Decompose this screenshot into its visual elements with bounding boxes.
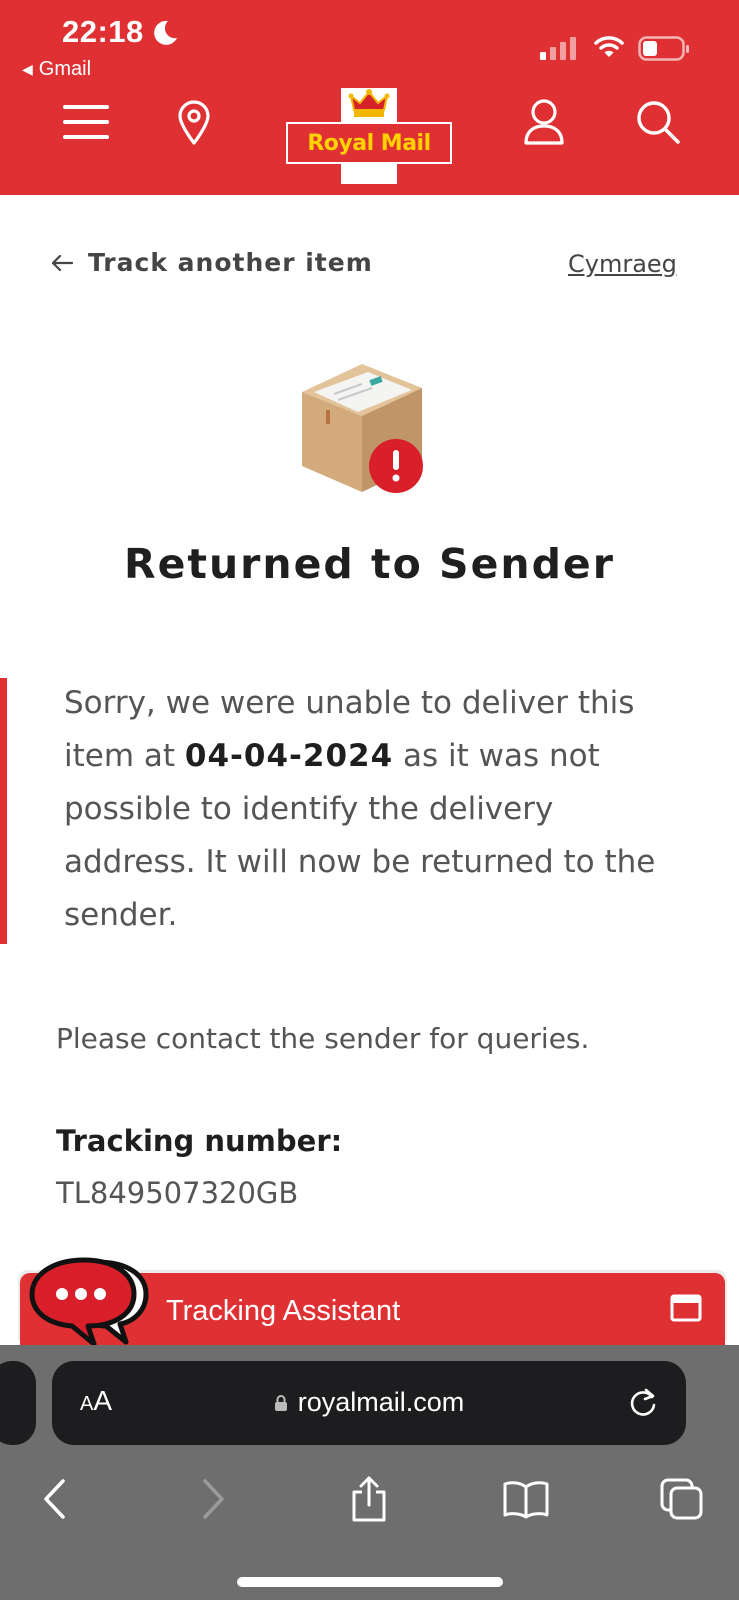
battery-icon <box>638 36 689 61</box>
tabs-overview-icon[interactable] <box>656 1473 708 1525</box>
delivery-status-title: Returned to Sender <box>124 540 615 588</box>
url-text: royalmail.com <box>297 1387 465 1417</box>
language-toggle-link[interactable]: Cymraeg <box>568 250 677 278</box>
do-not-disturb-moon-icon <box>154 20 177 45</box>
cellular-signal-icon <box>540 37 576 60</box>
account-icon[interactable] <box>516 94 572 150</box>
tracking-number-value: TL849507320GB <box>56 1176 299 1210</box>
bookmarks-book-icon[interactable] <box>500 1473 552 1525</box>
crown-icon <box>348 89 390 117</box>
url-display[interactable]: royalmail.com <box>52 1387 686 1418</box>
tracking-assistant-label: Tracking Assistant <box>166 1295 401 1327</box>
status-bar-time: 22:18 <box>62 14 144 49</box>
returned-parcel-icon <box>302 364 423 493</box>
chat-bubbles-icon[interactable] <box>28 1254 158 1352</box>
alert-accent-bar <box>0 678 7 944</box>
arrow-left-icon <box>51 254 74 271</box>
location-pin-icon[interactable] <box>166 94 222 150</box>
lock-icon <box>274 1395 287 1411</box>
logo-wordmark-box: Royal Mail <box>286 122 452 164</box>
address-bar[interactable]: AA royalmail.com <box>52 1361 686 1445</box>
delivery-attempt-date: 04-04-2024 <box>184 738 394 774</box>
previous-tab-peek[interactable] <box>0 1361 36 1445</box>
search-icon[interactable] <box>630 94 686 150</box>
site-header: 22:18 ◀ Gmail Royal Mail <box>0 0 739 195</box>
browser-forward-icon[interactable] <box>188 1473 240 1525</box>
track-another-item-link[interactable]: Track another item <box>50 248 373 277</box>
menu-icon[interactable] <box>58 94 114 150</box>
home-indicator[interactable] <box>237 1577 503 1587</box>
back-triangle-icon: ◀ <box>22 61 33 77</box>
share-icon[interactable] <box>343 1473 395 1525</box>
maximize-window-icon[interactable] <box>670 1294 702 1322</box>
reload-icon[interactable] <box>626 1386 660 1420</box>
browser-toolbar: AA royalmail.com <box>0 1345 739 1600</box>
royal-mail-logo[interactable]: Royal Mail <box>286 88 452 184</box>
wifi-icon <box>594 36 624 57</box>
back-to-app-link[interactable]: ◀ Gmail <box>22 58 91 81</box>
logo-wordmark: Royal Mail <box>307 130 431 156</box>
delivery-status-message: Sorry, we were unable to deliver this it… <box>64 677 684 942</box>
tracking-number-label: Tracking number: <box>56 1124 343 1158</box>
back-app-label: Gmail <box>38 58 92 80</box>
track-another-item-label: Track another item <box>88 248 373 277</box>
browser-back-icon[interactable] <box>28 1473 80 1525</box>
contact-sender-note: Please contact the sender for queries. <box>56 1022 590 1055</box>
